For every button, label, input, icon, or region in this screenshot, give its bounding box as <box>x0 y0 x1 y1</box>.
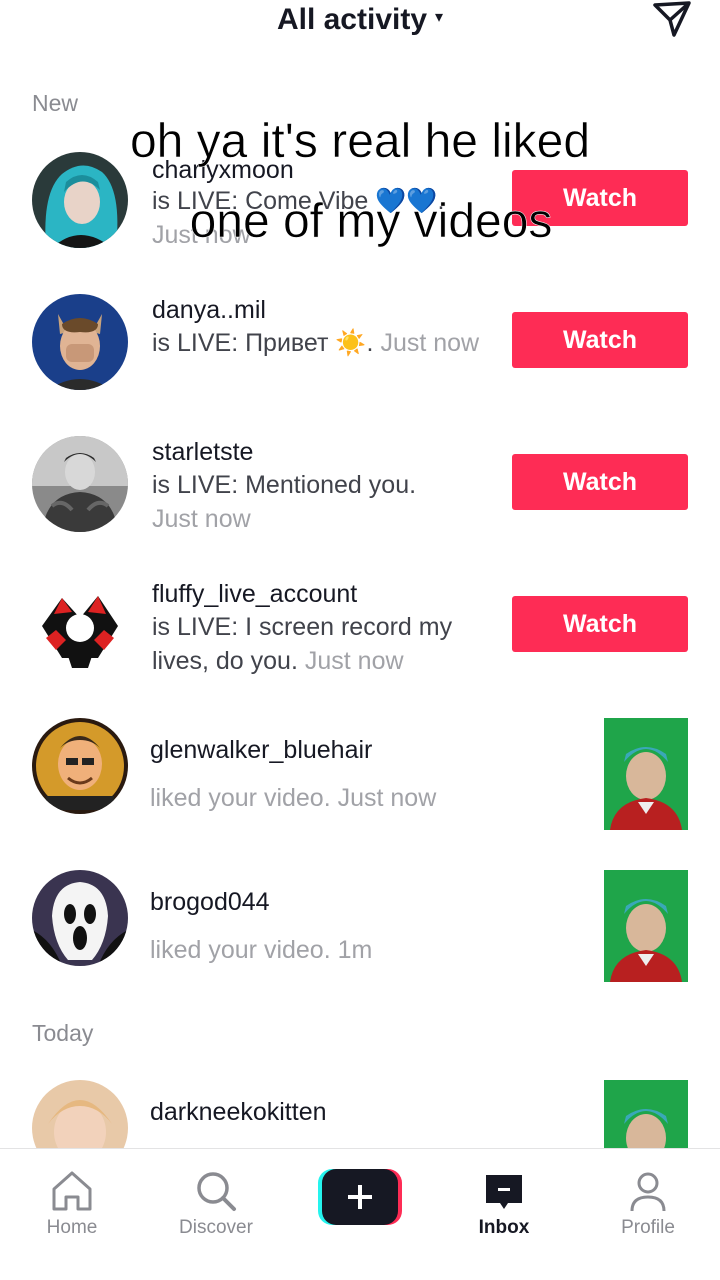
home-icon <box>52 1171 92 1211</box>
bottom-navigation: Home Discover Inbox Profile <box>0 1148 720 1280</box>
username[interactable]: glenwalker_bluehair <box>150 736 372 765</box>
avatar[interactable] <box>32 870 128 966</box>
watch-button[interactable]: Watch <box>512 454 688 510</box>
activity-text: is LIVE: I screen record my lives, do yo… <box>152 613 453 675</box>
timestamp: Just now <box>152 505 251 533</box>
video-thumbnail[interactable] <box>604 718 688 830</box>
page-title: All activity <box>276 3 428 36</box>
username[interactable]: darkneekokitten <box>150 1098 327 1127</box>
video-thumbnail[interactable] <box>604 1080 688 1148</box>
nav-discover[interactable]: Discover <box>161 1169 271 1239</box>
username[interactable]: fluffy_live_account <box>152 580 357 609</box>
avatar[interactable] <box>32 578 128 674</box>
timestamp: Just now <box>337 784 437 812</box>
chevron-down-icon: ▾ <box>435 9 444 27</box>
activity-text: is LIVE: Привет ☀️. Just now <box>152 329 480 357</box>
caption-overlay-line-1: oh ya it's real he liked <box>129 115 591 168</box>
username[interactable]: charlyxmoon <box>152 156 294 185</box>
watch-button[interactable]: Watch <box>512 312 688 368</box>
activity-text: liked your video. Just now <box>150 784 437 812</box>
watch-button[interactable]: Watch <box>512 596 688 652</box>
username[interactable]: danya..mil <box>152 296 266 325</box>
nav-profile[interactable]: Profile <box>593 1169 703 1239</box>
search-icon <box>197 1172 236 1211</box>
activity-text: is LIVE: Come Vibe 💙💙. Just now <box>152 187 445 249</box>
activity-text: liked your video. 1m <box>150 936 373 964</box>
list-item[interactable]: darkneekokitten <box>0 1080 720 1148</box>
section-label-new: New <box>32 90 79 116</box>
timestamp: Just now <box>380 329 480 357</box>
avatar[interactable] <box>32 152 128 248</box>
video-thumbnail[interactable] <box>604 870 688 982</box>
timestamp: Just now <box>304 647 404 675</box>
nav-home[interactable]: Home <box>17 1169 127 1239</box>
profile-icon <box>630 1172 666 1212</box>
watch-button[interactable]: Watch <box>512 170 688 226</box>
nav-label: Profile <box>621 1217 675 1238</box>
timestamp: 1m <box>337 936 373 964</box>
avatar[interactable] <box>32 294 128 390</box>
send-icon[interactable] <box>652 0 692 38</box>
username[interactable]: brogod044 <box>150 888 270 917</box>
nav-inbox[interactable]: Inbox <box>449 1169 559 1239</box>
avatar[interactable] <box>32 1080 128 1148</box>
inbox-icon <box>486 1175 522 1209</box>
top-bar: All activity ▾ <box>0 0 720 44</box>
nav-label: Discover <box>179 1217 253 1238</box>
avatar[interactable] <box>32 436 128 532</box>
nav-label: Home <box>46 1217 98 1238</box>
username[interactable]: starletste <box>152 438 253 467</box>
section-label-today: Today <box>32 1020 94 1046</box>
timestamp: Just now <box>152 221 251 249</box>
activity-filter-dropdown[interactable]: All activity ▾ <box>0 0 720 41</box>
create-button[interactable] <box>318 1169 402 1225</box>
avatar[interactable] <box>32 718 128 814</box>
activity-text: is LIVE: Mentioned you. Just now <box>152 471 417 533</box>
nav-label: Inbox <box>478 1217 530 1238</box>
